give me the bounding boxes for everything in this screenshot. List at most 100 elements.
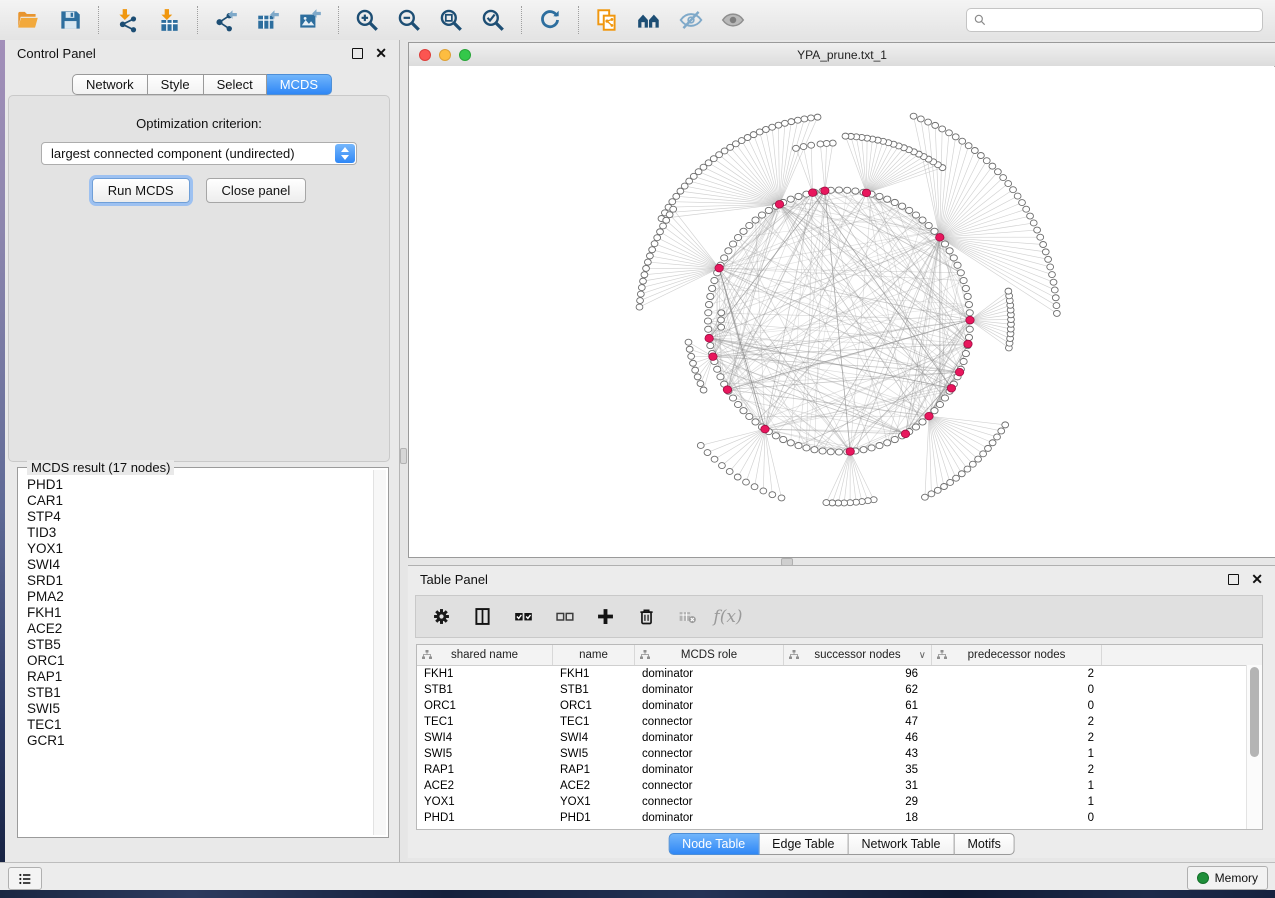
graph-leaf-node[interactable] (823, 500, 830, 506)
graph-leaf-node[interactable] (947, 479, 954, 485)
import-network-button[interactable] (111, 4, 143, 36)
graph-leaf-node[interactable] (922, 494, 929, 500)
add-button[interactable] (593, 605, 617, 629)
graph-leaf-node[interactable] (1014, 193, 1021, 199)
graph-node[interactable] (752, 217, 759, 223)
graph-hub-node[interactable] (715, 264, 723, 272)
column-header-MCDS-role[interactable]: MCDS role (635, 645, 784, 665)
mcds-result-item[interactable]: YOX1 (27, 541, 388, 557)
graph-hub-node[interactable] (821, 187, 829, 195)
graph-leaf-node[interactable] (1023, 206, 1030, 212)
graph-leaf-node[interactable] (1053, 310, 1060, 316)
mcds-result-item[interactable]: SWI4 (27, 557, 388, 573)
mcds-result-item[interactable]: SRD1 (27, 573, 388, 589)
graph-leaf-node[interactable] (959, 138, 966, 144)
vertical-splitter-handle[interactable] (400, 448, 407, 464)
graph-leaf-node[interactable] (934, 487, 941, 493)
tab-style[interactable]: Style (148, 74, 204, 95)
graph-leaf-node[interactable] (985, 445, 992, 451)
graph-leaf-node[interactable] (953, 475, 960, 481)
deselect-all-button[interactable] (552, 605, 576, 629)
graph-leaf-node[interactable] (637, 298, 644, 304)
graph-leaf-node[interactable] (1049, 272, 1056, 278)
graph-leaf-node[interactable] (788, 119, 795, 125)
graph-leaf-node[interactable] (952, 134, 959, 140)
table-row[interactable]: RAP1RAP1dominator352 (417, 762, 1262, 778)
graph-leaf-node[interactable] (808, 115, 815, 121)
graph-node[interactable] (780, 436, 787, 442)
mcds-result-item[interactable]: SWI5 (27, 701, 388, 717)
search-input[interactable] (992, 12, 1256, 28)
graph-node[interactable] (721, 255, 728, 261)
graph-leaf-node[interactable] (928, 491, 935, 497)
mcds-result-item[interactable]: FKH1 (27, 605, 388, 621)
graph-hub-node[interactable] (936, 234, 944, 242)
graph-leaf-node[interactable] (651, 241, 658, 247)
graph-leaf-node[interactable] (1052, 295, 1059, 301)
graph-node[interactable] (844, 187, 851, 193)
graph-node[interactable] (772, 433, 779, 439)
graph-node[interactable] (966, 326, 973, 332)
table-row[interactable]: YOX1YOX1connector291 (417, 794, 1262, 810)
graph-leaf-node[interactable] (685, 339, 692, 345)
mcds-result-item[interactable]: GCR1 (27, 733, 388, 749)
graph-leaf-node[interactable] (989, 440, 996, 446)
graph-node[interactable] (787, 196, 794, 202)
gear-button[interactable] (429, 605, 453, 629)
mcds-result-item[interactable]: CAR1 (27, 493, 388, 509)
graph-hub-node[interactable] (947, 384, 955, 392)
graph-node[interactable] (717, 374, 724, 380)
graph-node[interactable] (884, 196, 891, 202)
graph-node[interactable] (811, 447, 818, 453)
mcds-result-item[interactable]: ORC1 (27, 653, 388, 669)
graph-node[interactable] (876, 442, 883, 448)
graph-leaf-node[interactable] (654, 235, 661, 241)
graph-leaf-node[interactable] (1050, 279, 1057, 285)
graph-leaf-node[interactable] (641, 272, 648, 278)
graph-leaf-node[interactable] (964, 466, 971, 472)
graph-leaf-node[interactable] (801, 116, 808, 122)
graph-leaf-node[interactable] (718, 324, 725, 330)
graph-node[interactable] (835, 187, 842, 193)
graph-node[interactable] (919, 419, 926, 425)
graph-leaf-node[interactable] (1037, 234, 1044, 240)
graph-node[interactable] (931, 228, 938, 234)
graph-leaf-node[interactable] (975, 456, 982, 462)
mcds-list-scrollbar[interactable] (373, 470, 386, 835)
graph-leaf-node[interactable] (980, 451, 987, 457)
graph-leaf-node[interactable] (994, 169, 1001, 175)
graph-leaf-node[interactable] (781, 120, 788, 126)
graph-leaf-node[interactable] (1002, 422, 1009, 428)
graph-hub-node[interactable] (808, 189, 816, 197)
graph-hub-node[interactable] (955, 368, 963, 376)
run-mcds-button[interactable]: Run MCDS (92, 178, 190, 203)
graph-leaf-node[interactable] (760, 488, 767, 494)
graph-leaf-node[interactable] (1005, 288, 1012, 294)
task-history-button[interactable] (8, 867, 42, 890)
graph-leaf-node[interactable] (817, 141, 824, 147)
graph-node[interactable] (795, 442, 802, 448)
graph-leaf-node[interactable] (794, 117, 801, 123)
graph-leaf-node[interactable] (946, 130, 953, 136)
graph-node[interactable] (957, 270, 964, 276)
graph-leaf-node[interactable] (775, 122, 782, 128)
graph-node[interactable] (709, 285, 716, 291)
column-header-shared-name[interactable]: shared name (417, 645, 553, 665)
graph-node[interactable] (734, 234, 741, 240)
graph-hub-node[interactable] (966, 316, 974, 324)
graph-node[interactable] (912, 212, 919, 218)
mcds-result-item[interactable]: TID3 (27, 525, 388, 541)
graph-leaf-node[interactable] (917, 116, 924, 122)
mcds-result-item[interactable]: STB1 (27, 685, 388, 701)
graph-leaf-node[interactable] (669, 199, 676, 205)
table-scrollbar[interactable] (1246, 665, 1262, 829)
graph-leaf-node[interactable] (1042, 249, 1049, 255)
open-button[interactable] (12, 4, 44, 36)
export-table-button[interactable] (252, 4, 284, 36)
graph-leaf-node[interactable] (1047, 264, 1054, 270)
table-tab-network-table[interactable]: Network Table (849, 833, 955, 855)
graph-node[interactable] (891, 436, 898, 442)
table-tab-node-table[interactable]: Node Table (668, 833, 759, 855)
graph-node[interactable] (950, 255, 957, 261)
graph-leaf-node[interactable] (751, 484, 758, 490)
